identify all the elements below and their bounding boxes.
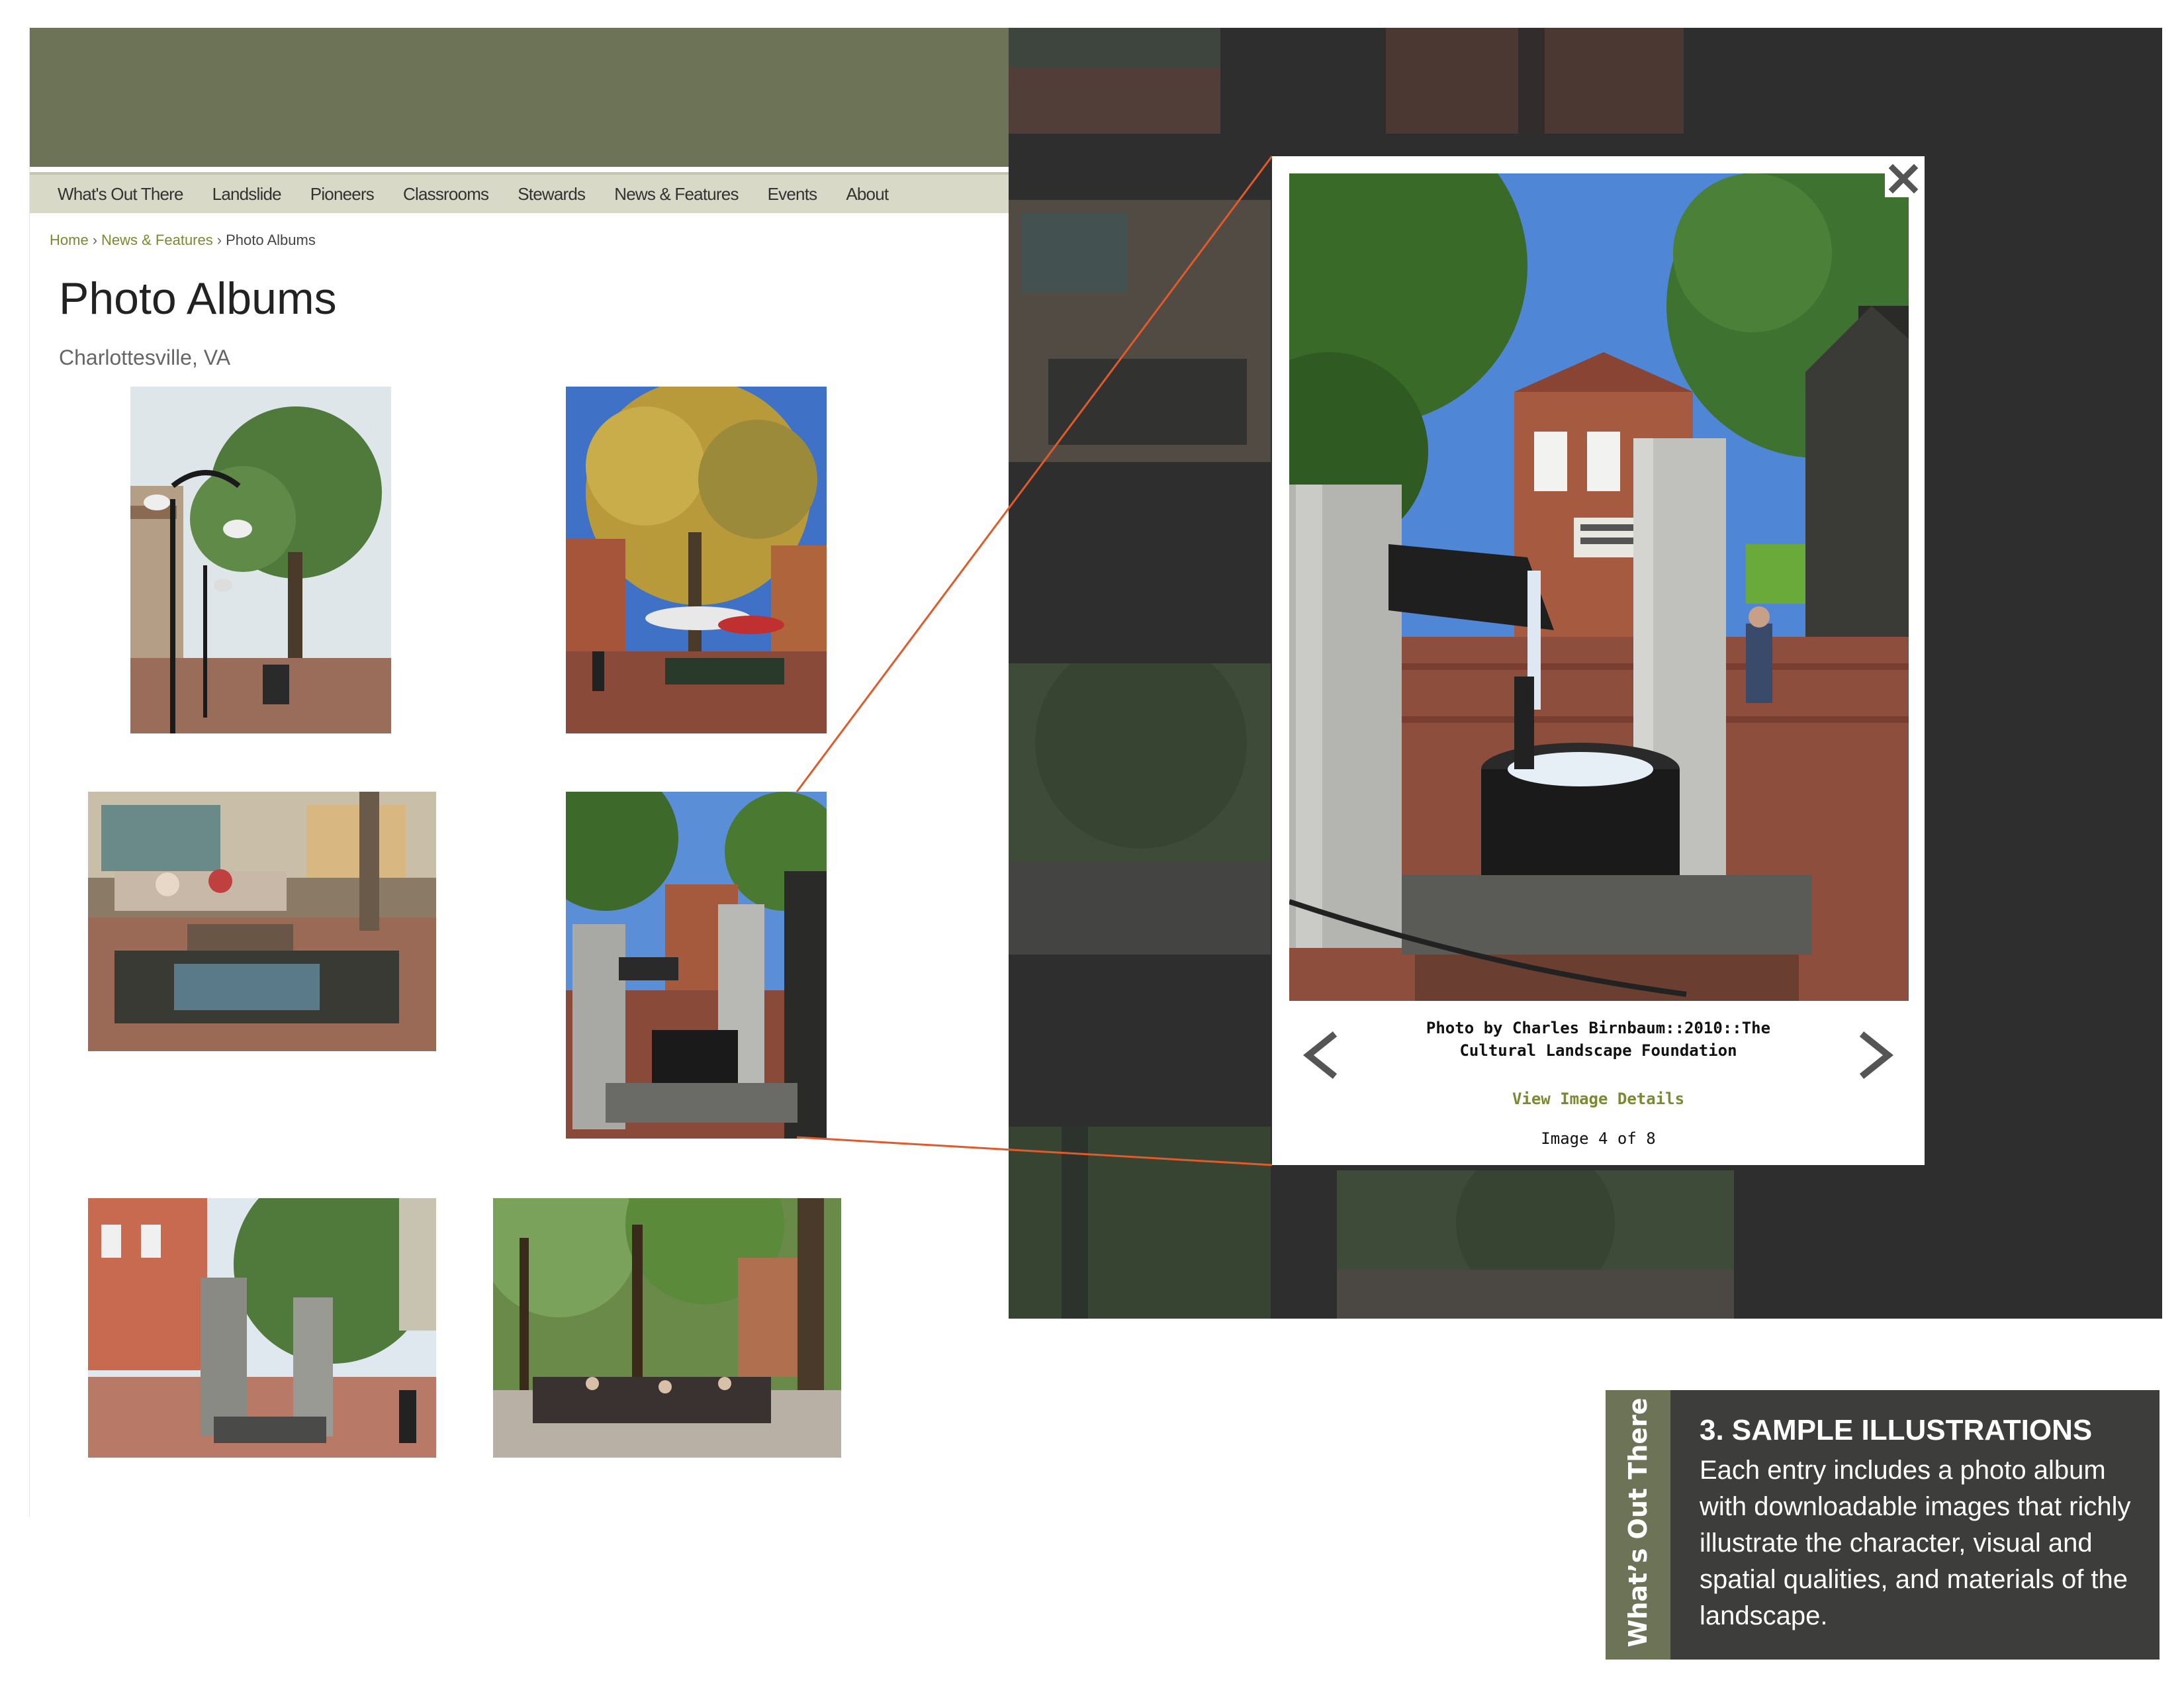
close-icon [1888, 164, 1919, 194]
card-heading: 3. SAMPLE ILLUSTRATIONS [1700, 1414, 2093, 1446]
site-header-banner [30, 28, 1009, 167]
card-tab-label: What’s Out There [1623, 1397, 1653, 1648]
nav-item-classrooms[interactable]: Classrooms [403, 184, 489, 205]
breadcrumb-news-features-link[interactable]: News & Features [101, 232, 213, 248]
lightbox-photo [1289, 173, 1909, 1001]
sample-illustrations-card: What’s Out There 3. SAMPLE ILLUSTRATIONS… [1606, 1390, 2160, 1660]
dimmed-thumbnail [1009, 200, 1271, 462]
photo-caption-line-1: Photo by Charles Birnbaum::2010::The [1426, 1019, 1771, 1037]
page-title: Photo Albums [59, 273, 337, 324]
nav-item-pioneers[interactable]: Pioneers [310, 184, 375, 205]
album-thumbnail-3[interactable] [88, 792, 436, 1051]
nav-item-stewards[interactable]: Stewards [518, 184, 586, 205]
chevron-right-icon [1859, 1031, 1894, 1079]
close-button[interactable] [1885, 160, 1922, 197]
dimmed-thumbnail [1386, 28, 1684, 134]
main-nav: What's Out There Landslide Pioneers Clas… [30, 172, 1009, 213]
breadcrumb: Home › News & Features › Photo Albums [50, 232, 316, 249]
nav-item-whats-out-there[interactable]: What's Out There [58, 184, 183, 205]
photo-caption: Photo by Charles Birnbaum::2010::The Cul… [1398, 1017, 1799, 1062]
breadcrumb-current: Photo Albums [226, 232, 316, 248]
album-thumbnail-2[interactable] [566, 387, 827, 733]
nav-item-landslide[interactable]: Landslide [212, 184, 282, 205]
breadcrumb-separator: › [216, 232, 222, 248]
location-subtitle: Charlottesville, VA [59, 346, 231, 369]
breadcrumb-home-link[interactable]: Home [50, 232, 89, 248]
card-body-text: Each entry includes a photo album with d… [1700, 1456, 2131, 1630]
photo-caption-line-2: Cultural Landscape Foundation [1459, 1041, 1737, 1060]
image-counter: Image 4 of 8 [1541, 1129, 1656, 1148]
previous-image-button[interactable] [1298, 1029, 1345, 1082]
dimmed-thumbnail [1009, 663, 1271, 955]
dimmed-thumbnail [1009, 28, 1220, 134]
album-thumbnail-6[interactable] [493, 1198, 841, 1458]
view-image-details-link[interactable]: View Image Details [1398, 1090, 1799, 1108]
card-side-tab: What’s Out There [1606, 1390, 1670, 1660]
next-image-button[interactable] [1852, 1029, 1898, 1082]
nav-item-about[interactable]: About [846, 184, 889, 205]
album-thumbnail-1[interactable] [130, 387, 391, 733]
chevron-left-icon [1302, 1031, 1338, 1079]
dimmed-thumbnail [1009, 1127, 1271, 1319]
lightbox-dialog: Photo by Charles Birnbaum::2010::The Cul… [1272, 156, 1925, 1165]
website-page: What's Out There Landslide Pioneers Clas… [29, 28, 1009, 1517]
dimmed-thumbnail [1337, 1170, 1734, 1319]
nav-item-news-features[interactable]: News & Features [614, 184, 739, 205]
breadcrumb-separator: › [92, 232, 98, 248]
album-thumbnail-4[interactable] [566, 792, 827, 1139]
nav-item-events[interactable]: Events [768, 184, 817, 205]
album-thumbnail-5[interactable] [88, 1198, 436, 1458]
